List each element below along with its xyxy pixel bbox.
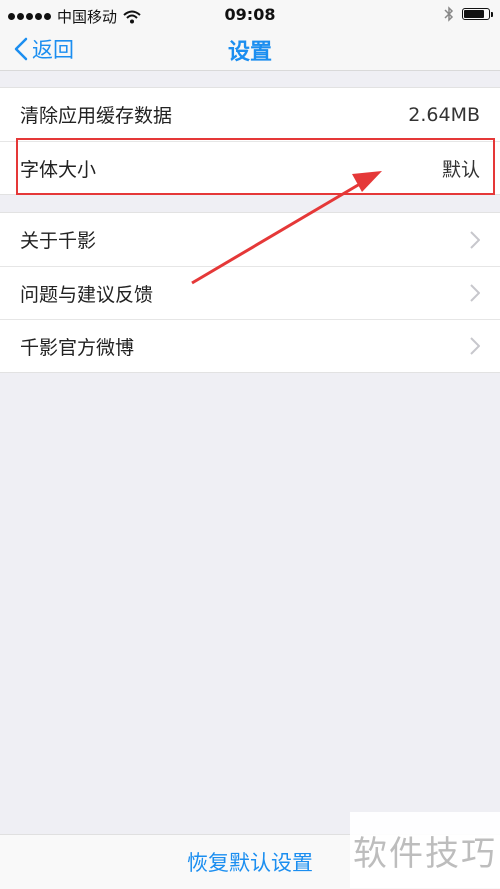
cache-size-value: 2.64MB bbox=[408, 103, 480, 126]
clear-cache-label: 清除应用缓存数据 bbox=[20, 105, 173, 127]
about-row[interactable]: 关于千影 bbox=[0, 213, 500, 266]
page-title: 设置 bbox=[227, 40, 272, 65]
bluetooth-icon bbox=[444, 6, 454, 22]
weibo-label: 千影官方微博 bbox=[20, 336, 135, 359]
font-size-value: 默认 bbox=[441, 158, 480, 181]
status-bar: 中国移动 09:08 bbox=[0, 0, 500, 30]
chevron-right-icon bbox=[470, 230, 480, 249]
status-right bbox=[444, 6, 493, 22]
clear-cache-row[interactable]: 清除应用缓存数据 2.64MB bbox=[0, 88, 500, 141]
settings-group-storage-display: 清除应用缓存数据 2.64MB 字体大小 默认 bbox=[0, 87, 500, 195]
weibo-row[interactable]: 千影官方微博 bbox=[0, 319, 500, 372]
chevron-right-icon bbox=[470, 284, 480, 302]
about-label: 关于千影 bbox=[20, 230, 97, 252]
battery-icon bbox=[462, 8, 493, 20]
font-size-label: 字体大小 bbox=[20, 158, 97, 181]
settings-group-about: 关于千影 问题与建议反馈 千影官方微博 bbox=[0, 212, 500, 373]
status-time: 09:08 bbox=[224, 5, 276, 24]
chevron-right-icon bbox=[470, 337, 480, 355]
font-size-row[interactable]: 字体大小 默认 bbox=[0, 141, 500, 194]
feedback-row[interactable]: 问题与建议反馈 bbox=[0, 266, 500, 319]
watermark: 软件技巧 bbox=[350, 812, 500, 888]
battery-fill bbox=[464, 10, 485, 18]
nav-bar: 返回 设置 bbox=[0, 30, 500, 71]
feedback-label: 问题与建议反馈 bbox=[20, 283, 154, 306]
